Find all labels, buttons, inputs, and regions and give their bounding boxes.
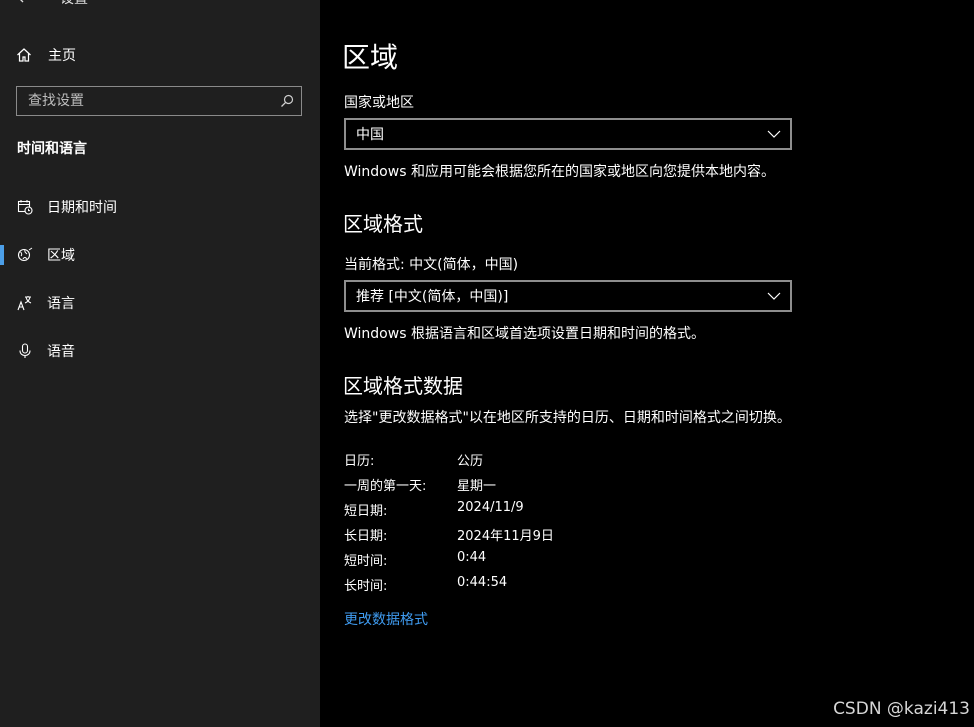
calendar-clock-icon (17, 199, 33, 215)
format-value: 星期一 (457, 479, 497, 494)
globe-region-icon (17, 247, 33, 263)
country-label: 国家或地区 (344, 95, 414, 111)
home-icon (17, 48, 31, 62)
change-data-format-link[interactable]: 更改数据格式 (344, 609, 428, 629)
watermark: CSDN @kazi413 (833, 699, 970, 719)
search-icon[interactable] (280, 94, 294, 108)
sidebar: 设置 主页 时间和语言 日期和时间 (0, 0, 320, 727)
format-key: 短日期: (344, 504, 388, 519)
format-value: 0:44 (457, 550, 487, 565)
search-input[interactable] (17, 92, 270, 110)
sidebar-item-speech[interactable]: 语音 (0, 331, 320, 371)
format-data-description: 选择"更改数据格式"以在地区所支持的日历、日期和时间格式之间切换。 (344, 410, 791, 426)
country-dropdown[interactable]: 中国 (344, 118, 792, 150)
format-value: 2024/11/9 (457, 500, 524, 515)
region-format-heading: 区域格式 (343, 212, 423, 236)
window-title: 设置 (60, 0, 88, 8)
page-title: 区域 (342, 41, 399, 74)
format-key: 日历: (344, 454, 375, 469)
region-format-value: 推荐 [中文(简体，中国)] (356, 289, 509, 305)
chevron-down-icon (767, 292, 781, 300)
sidebar-item-label: 语音 (47, 344, 75, 360)
format-value: 公历 (457, 454, 484, 469)
search-box[interactable] (16, 86, 302, 116)
format-key: 长时间: (344, 579, 388, 594)
format-key: 一周的第一天: (344, 479, 427, 494)
region-format-dropdown[interactable]: 推荐 [中文(简体，中国)] (344, 280, 792, 312)
format-data-heading: 区域格式数据 (343, 374, 463, 398)
format-key: 长日期: (344, 529, 388, 544)
home-button[interactable]: 主页 (16, 44, 76, 66)
format-key: 短时间: (344, 554, 388, 569)
sidebar-item-date-time[interactable]: 日期和时间 (0, 187, 320, 227)
microphone-icon (17, 343, 33, 359)
section-title: 时间和语言 (17, 141, 87, 157)
country-description: Windows 和应用可能会根据您所在的国家或地区向您提供本地内容。 (344, 164, 775, 180)
selection-indicator (0, 245, 4, 265)
region-format-description: Windows 根据语言和区域首选项设置日期和时间的格式。 (344, 326, 705, 342)
format-value: 2024年11月9日 (457, 529, 554, 544)
sidebar-item-region[interactable]: 区域 (0, 235, 320, 275)
home-label: 主页 (48, 48, 76, 64)
sidebar-item-label: 语言 (47, 296, 75, 312)
back-row: 设置 (16, 0, 88, 8)
sidebar-item-label: 区域 (47, 248, 75, 264)
country-value: 中国 (356, 127, 384, 143)
language-icon (17, 295, 33, 311)
format-value: 0:44:54 (457, 575, 508, 590)
chevron-down-icon (767, 130, 781, 138)
back-arrow-icon[interactable] (16, 0, 36, 7)
current-format-label: 当前格式: 中文(简体，中国) (344, 257, 519, 273)
sidebar-item-label: 日期和时间 (47, 200, 117, 216)
sidebar-item-language[interactable]: 语言 (0, 283, 320, 323)
